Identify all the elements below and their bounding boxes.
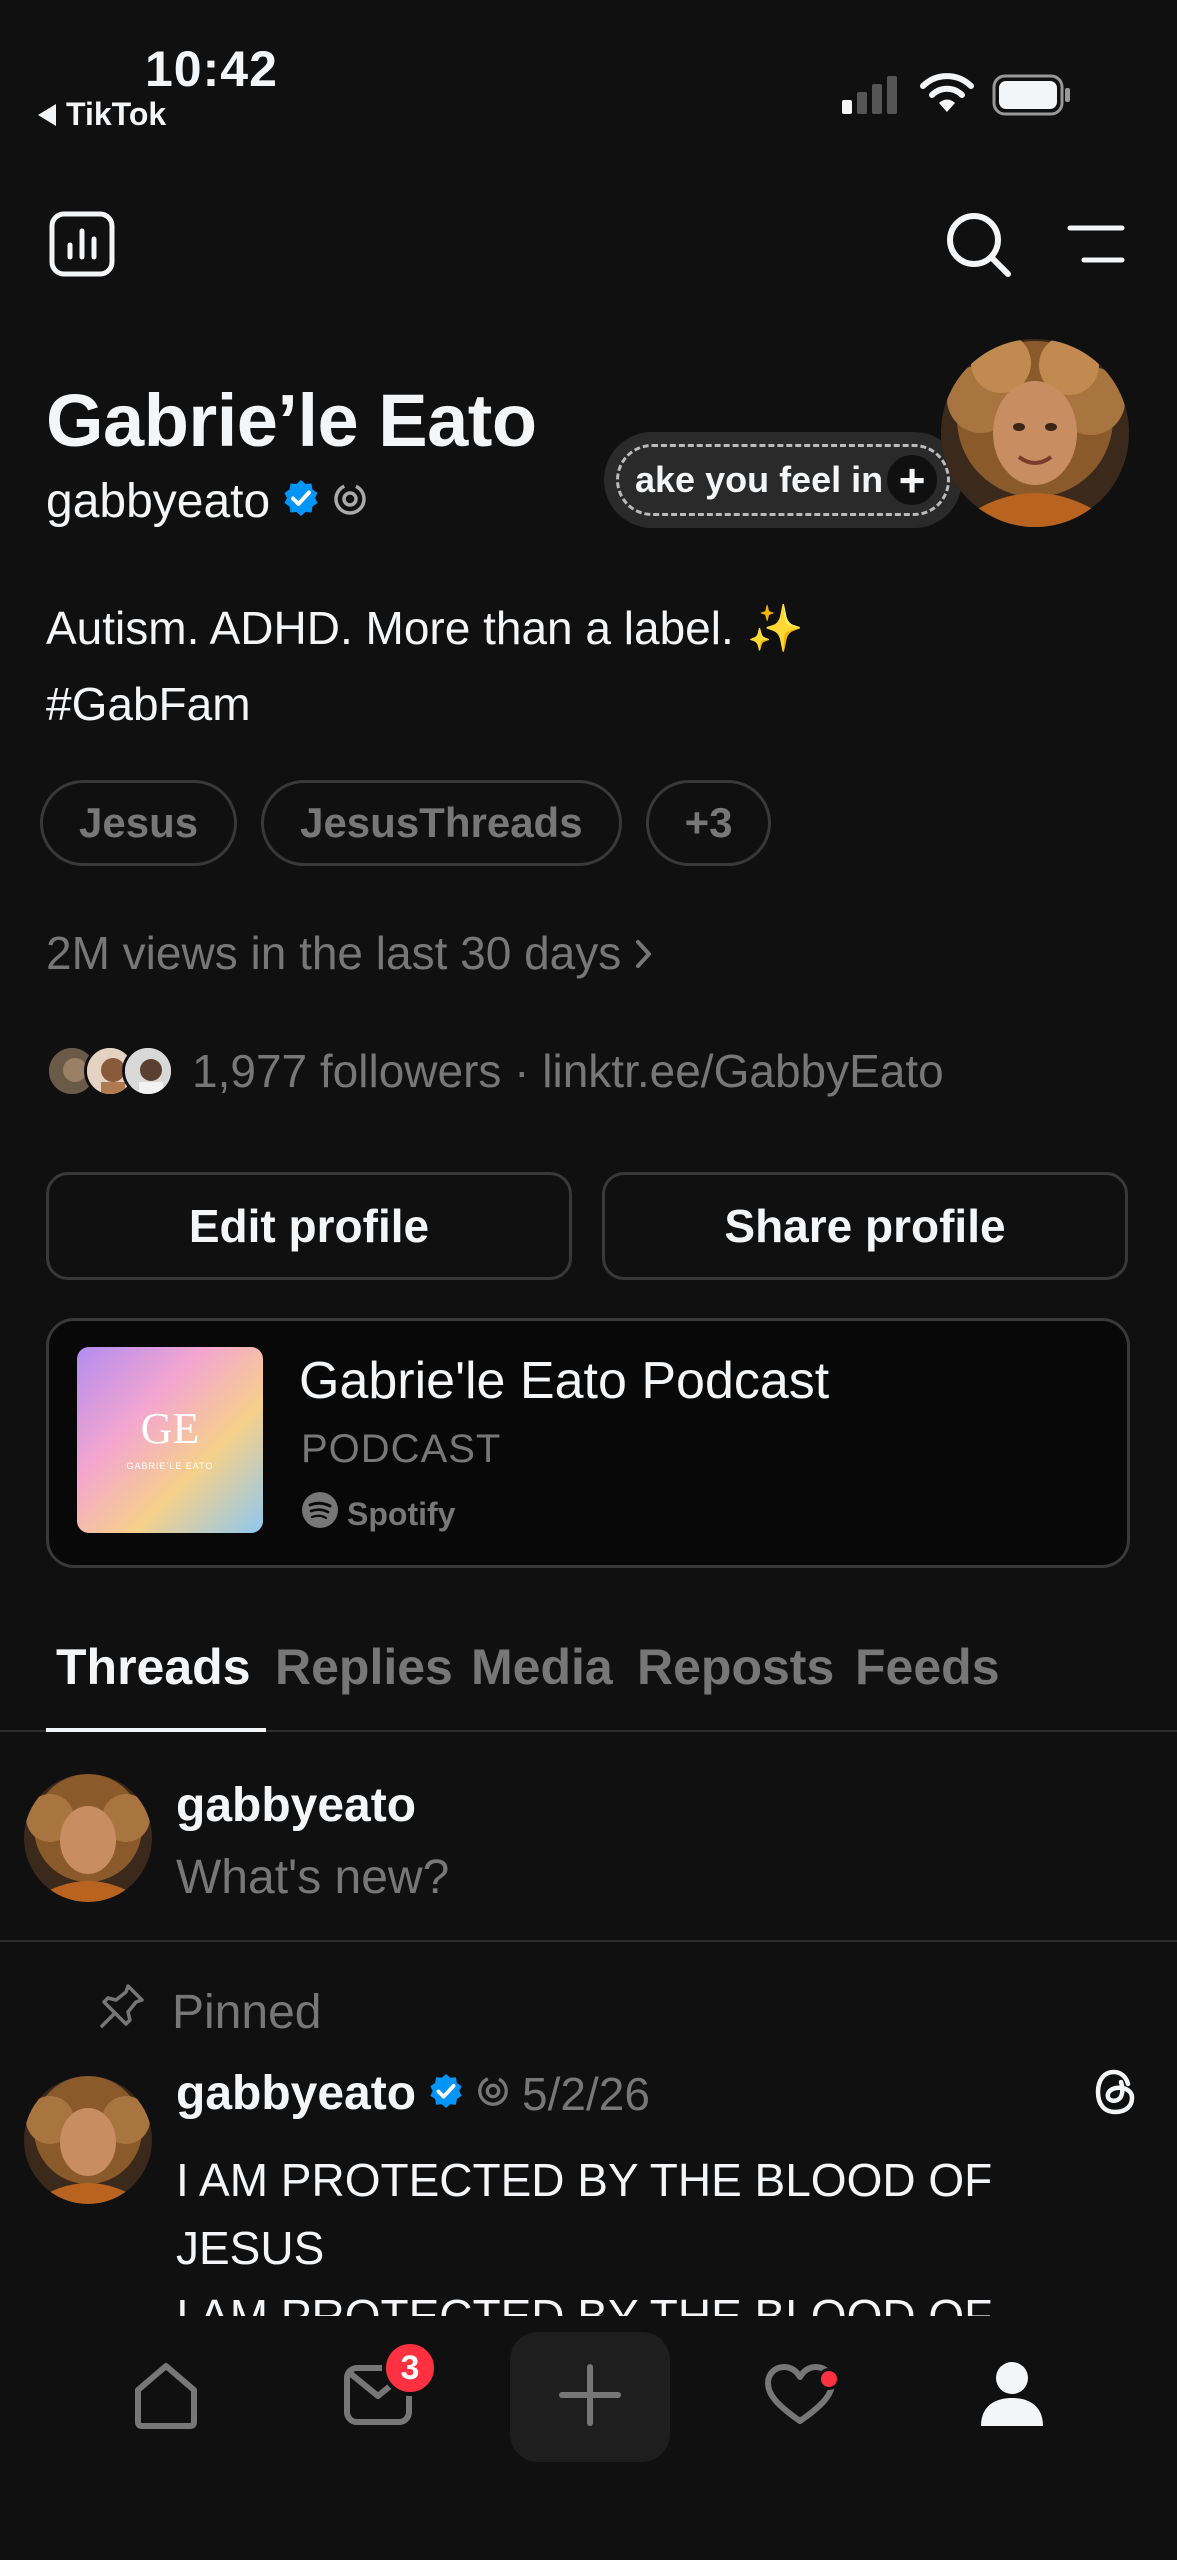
- profile-handle-row: gabbyeato: [46, 474, 368, 529]
- post-text-line-3: I AM PROTECTED BY THE BLOOD OF: [176, 2290, 993, 2316]
- post-text-line-1: I AM PROTECTED BY THE BLOOD OF: [176, 2154, 993, 2206]
- profile-username: gabbyeato: [46, 475, 271, 528]
- bottom-nav: 3: [0, 2316, 1177, 2560]
- nav-create[interactable]: [510, 2332, 670, 2462]
- status-time: 10:42: [145, 41, 278, 97]
- insights-icon[interactable]: [48, 210, 116, 278]
- profile-actions: Edit profile Share profile: [46, 1172, 1128, 1280]
- nav-home[interactable]: [86, 2332, 246, 2462]
- profile-tabs: Threads Replies Media Reposts Feeds: [0, 1630, 1177, 1732]
- edit-profile-button[interactable]: Edit profile: [46, 1172, 572, 1280]
- interest-tag-jesus[interactable]: Jesus: [40, 780, 238, 866]
- fediverse-icon: [476, 2074, 510, 2113]
- active-tab-indicator: [46, 1728, 266, 1732]
- nav-profile[interactable]: [932, 2332, 1092, 2462]
- interest-tag-jesusthreads[interactable]: JesusThreads: [261, 780, 622, 866]
- back-arrow-icon: [38, 103, 56, 126]
- pinned-label: Pinned: [172, 1985, 322, 2039]
- profile-display-name: Gabrie’le Eato: [46, 379, 537, 462]
- followers-row[interactable]: 1,977 followers · linktr.ee/GabbyEato: [46, 1044, 944, 1098]
- inbox-badge: 3: [382, 2340, 438, 2396]
- tab-threads[interactable]: Threads: [56, 1638, 251, 1696]
- compose-placeholder[interactable]: What's new?: [176, 1850, 449, 1905]
- fediverse-icon[interactable]: [332, 474, 368, 529]
- tab-reposts[interactable]: Reposts: [637, 1638, 834, 1696]
- podcast-provider-label: Spotify: [347, 1495, 456, 1532]
- nav-activity[interactable]: [720, 2332, 880, 2462]
- podcast-art-caption: GABRIE'LE EATO: [127, 1461, 214, 1471]
- tab-media[interactable]: Media: [471, 1638, 613, 1696]
- nav-inbox[interactable]: 3: [298, 2332, 458, 2462]
- share-profile-button[interactable]: Share profile: [602, 1172, 1128, 1280]
- tab-replies[interactable]: Replies: [275, 1638, 453, 1696]
- verified-badge-icon: [428, 2073, 464, 2114]
- follower-avatar: [122, 1045, 174, 1097]
- post-text[interactable]: I AM PROTECTED BY THE BLOOD OF JESUS I A…: [176, 2146, 1076, 2316]
- add-note-plus-icon[interactable]: +: [887, 454, 937, 506]
- podcast-subtitle: PODCAST: [301, 1427, 502, 1471]
- plus-icon: [558, 2363, 622, 2432]
- post-date: 5/2/26: [522, 2067, 650, 2120]
- podcast-card[interactable]: GE GABRIE'LE EATO Gabrie'le Eato Podcast…: [46, 1318, 1130, 1568]
- tab-feeds[interactable]: Feeds: [855, 1638, 1000, 1696]
- activity-dot: [818, 2368, 840, 2390]
- threads-logo-icon[interactable]: [1090, 2066, 1142, 2123]
- follower-avatars: [46, 1045, 174, 1097]
- back-app-label: TikTok: [66, 96, 167, 132]
- podcast-artwork: GE GABRIE'LE EATO: [77, 1347, 263, 1533]
- bio-line-2[interactable]: #GabFam: [46, 666, 804, 742]
- spotify-icon: [301, 1491, 339, 1537]
- profile-note-text: ake you feel in: [635, 459, 884, 500]
- cellular-signal-icon: [842, 76, 900, 119]
- verified-badge-icon: [282, 474, 320, 529]
- pin-icon: [98, 1982, 146, 2042]
- views-text: 2M views in the last 30 days: [46, 927, 622, 979]
- compose-username: gabbyeato: [176, 1779, 417, 1832]
- back-to-app-link[interactable]: TikTok: [38, 96, 166, 133]
- post-author-avatar[interactable]: [24, 2076, 152, 2204]
- followers-and-link[interactable]: 1,977 followers · linktr.ee/GabbyEato: [192, 1044, 944, 1098]
- bio-line-1: Autism. ADHD. More than a label. ✨: [46, 602, 804, 654]
- interest-tag-more[interactable]: +3: [645, 780, 772, 866]
- podcast-art-monogram: GE: [141, 1404, 200, 1453]
- compose-avatar: [24, 1774, 152, 1902]
- podcast-title: Gabrie'le Eato Podcast: [299, 1352, 830, 1410]
- profile-avatar[interactable]: [941, 339, 1129, 527]
- battery-icon: [992, 74, 1072, 121]
- views-insight-link[interactable]: 2M views in the last 30 days: [46, 926, 653, 980]
- profile-icon: [979, 2360, 1045, 2435]
- wifi-icon: [920, 72, 974, 119]
- menu-icon[interactable]: [1066, 216, 1126, 272]
- profile-note-bubble[interactable]: ake you feel in +: [604, 432, 962, 528]
- home-icon: [130, 2360, 202, 2435]
- post-text-line-2: JESUS: [176, 2222, 325, 2274]
- pinned-label-row: Pinned: [98, 1982, 321, 2042]
- interest-tags: Jesus JesusThreads +3: [40, 780, 772, 866]
- podcast-provider: Spotify: [301, 1491, 455, 1537]
- search-icon[interactable]: [944, 210, 1014, 280]
- post-username[interactable]: gabbyeato: [176, 2066, 416, 2121]
- compose-row[interactable]: gabbyeato What's new?: [0, 1734, 1177, 1942]
- profile-bio: Autism. ADHD. More than a label. ✨ #GabF…: [46, 590, 804, 742]
- post-header: gabbyeato 5/2/26: [176, 2066, 650, 2121]
- chevron-right-icon: [635, 926, 653, 980]
- profile-note-border: ake you feel in +: [616, 444, 950, 516]
